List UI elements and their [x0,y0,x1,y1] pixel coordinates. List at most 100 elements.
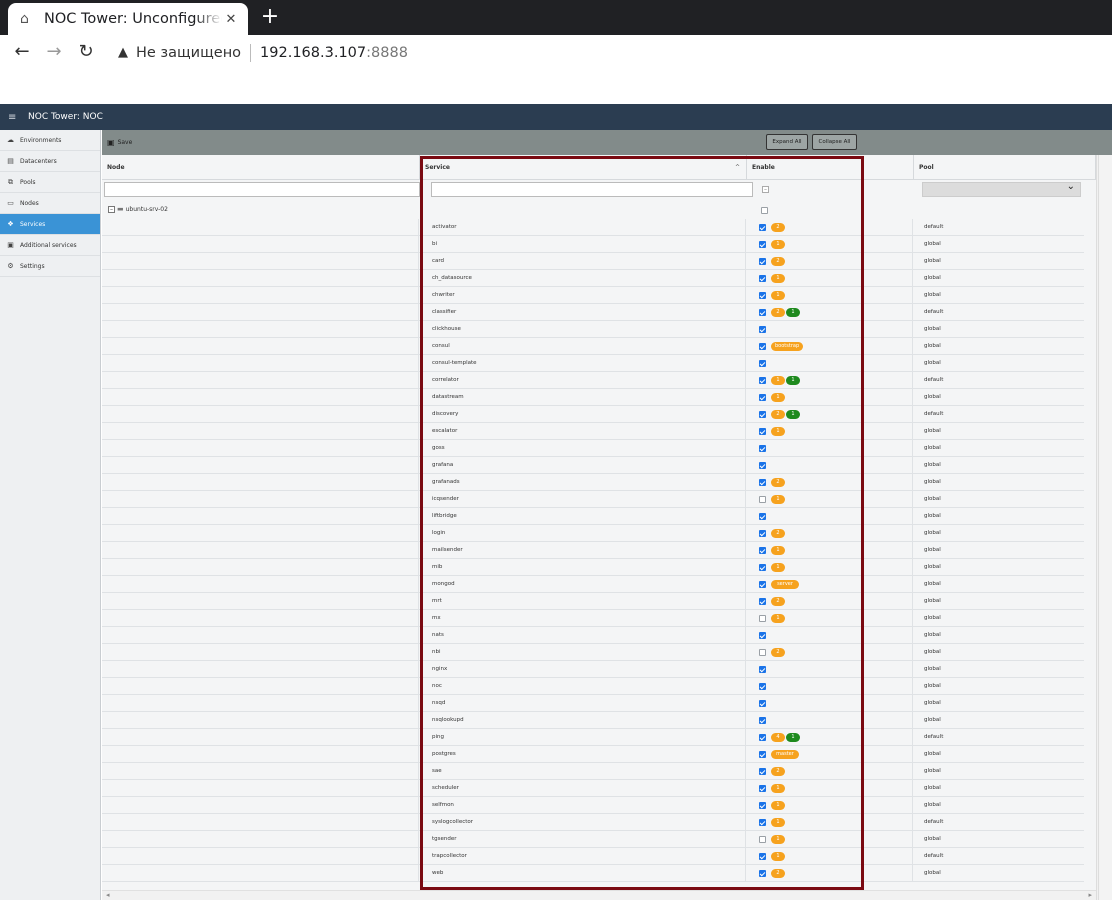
pool-cell[interactable]: global [914,389,1084,406]
count-badge[interactable]: master [771,750,799,759]
table-row[interactable]: goss global [102,440,1084,457]
enable-checkbox[interactable] [759,598,766,605]
sidebar-item-environments[interactable]: ☁ Environments [0,130,100,151]
pool-cell[interactable]: global [914,780,1084,797]
enable-checkbox[interactable] [759,802,766,809]
pool-cell[interactable]: global [914,763,1084,780]
count-badge[interactable]: 1 [771,818,785,827]
count-badge[interactable]: 2 [771,648,785,657]
count-badge[interactable]: 2 [771,308,785,317]
count-badge[interactable]: 2 [771,529,785,538]
sidebar-item-datacenters[interactable]: ▤ Datacenters [0,151,100,172]
pool-cell[interactable]: global [914,627,1084,644]
count-badge[interactable]: 1 [771,801,785,810]
col-header-service[interactable]: Service ^ [420,155,747,180]
pool-cell[interactable]: default [914,814,1084,831]
table-row[interactable]: card 2 global [102,253,1084,270]
table-row[interactable]: grafana global [102,457,1084,474]
table-row[interactable]: nbi 2 global [102,644,1084,661]
pool-cell[interactable]: default [914,219,1084,236]
enable-checkbox[interactable] [759,258,766,265]
pool-cell[interactable]: global [914,559,1084,576]
table-row[interactable]: noc global [102,678,1084,695]
col-header-node[interactable]: Node [102,155,420,180]
enable-checkbox[interactable] [759,394,766,401]
table-row[interactable]: web 2 global [102,865,1084,882]
enable-checkbox[interactable] [759,445,766,452]
enable-checkbox[interactable] [759,632,766,639]
count-badge[interactable]: 4 [771,733,785,742]
table-row[interactable]: activator 2 default [102,219,1084,236]
count-badge[interactable]: 1 [771,240,785,249]
enable-checkbox[interactable] [759,479,766,486]
count-badge[interactable]: 2 [771,767,785,776]
grid-horizontal-scrollbar[interactable]: ◂ ▸ [102,890,1096,900]
enable-filter-toggle[interactable]: – [762,186,769,193]
table-row[interactable]: icqsender 1 global [102,491,1084,508]
table-row[interactable]: sae 2 global [102,763,1084,780]
pool-cell[interactable]: global [914,491,1084,508]
enable-checkbox[interactable] [759,547,766,554]
count-badge[interactable]: 2 [771,257,785,266]
enable-checkbox[interactable] [759,853,766,860]
table-row[interactable]: trapcollector 1 default [102,848,1084,865]
browser-tab[interactable]: ⌂ NOC Tower: Unconfigured ✕ [8,3,248,35]
pool-cell[interactable]: global [914,678,1084,695]
count-badge[interactable]: 1 [771,274,785,283]
sidebar-item-pools[interactable]: ⧉ Pools [0,172,100,193]
count-badge[interactable]: 1 [771,376,785,385]
enable-checkbox[interactable] [759,836,766,843]
table-row[interactable]: ch_datasource 1 global [102,270,1084,287]
address-bar[interactable]: ▲ Не защищено 192.168.3.107:8888 [110,37,1104,68]
back-icon[interactable]: ← [10,40,34,64]
count-badge[interactable]: 1 [771,835,785,844]
collapse-all-button[interactable]: Collapse All [812,134,857,150]
node-filter-input[interactable] [104,182,420,197]
pool-cell[interactable]: global [914,746,1084,763]
count-badge[interactable]: 2 [771,223,785,232]
sidebar-item-settings[interactable]: ⚙ Settings [0,256,100,277]
table-row[interactable]: mrt 2 global [102,593,1084,610]
sort-asc-icon[interactable]: ^ [735,164,740,171]
pool-cell[interactable]: global [914,236,1084,253]
table-row[interactable]: bi 1 global [102,236,1084,253]
enable-checkbox[interactable] [759,309,766,316]
col-header-pool[interactable]: Pool [914,155,1096,180]
enable-checkbox[interactable] [759,768,766,775]
forward-icon[interactable]: → [42,40,66,64]
pool-cell[interactable]: global [914,576,1084,593]
enable-checkbox[interactable] [759,700,766,707]
table-row[interactable]: mailsender 1 global [102,542,1084,559]
count-badge[interactable]: 1 [771,852,785,861]
table-row[interactable]: consul bootstrap global [102,338,1084,355]
pool-filter-select[interactable]: ⌄ [922,181,1081,197]
enable-checkbox[interactable] [759,496,766,503]
table-row[interactable]: consul-template global [102,355,1084,372]
tree-node-row[interactable]: – ▬ ubuntu-srv-02 [102,202,1096,219]
enable-checkbox[interactable] [759,513,766,520]
warning-icon[interactable]: ▲ [118,45,128,60]
enable-checkbox[interactable] [759,530,766,537]
node-enable-checkbox[interactable] [761,207,768,214]
pool-cell[interactable]: global [914,321,1084,338]
table-row[interactable]: mib 1 global [102,559,1084,576]
count-badge-green[interactable]: 1 [786,376,800,385]
menu-icon[interactable]: ≡ [8,112,18,123]
pool-cell[interactable]: global [914,508,1084,525]
table-row[interactable]: ping 4 1 default [102,729,1084,746]
pool-cell[interactable]: global [914,661,1084,678]
enable-checkbox[interactable] [759,785,766,792]
scroll-right-icon[interactable]: ▸ [1088,891,1092,899]
scroll-left-icon[interactable]: ◂ [106,891,110,899]
table-row[interactable]: nsqd global [102,695,1084,712]
pool-cell[interactable]: default [914,304,1084,321]
count-badge[interactable]: bootstrap [771,342,804,351]
pool-cell[interactable]: global [914,423,1084,440]
count-badge[interactable]: 1 [771,495,785,504]
pool-cell[interactable]: global [914,797,1084,814]
enable-checkbox[interactable] [759,360,766,367]
table-row[interactable]: classifier 2 1 default [102,304,1084,321]
count-badge[interactable]: 1 [771,546,785,555]
enable-checkbox[interactable] [759,666,766,673]
pool-cell[interactable]: default [914,848,1084,865]
